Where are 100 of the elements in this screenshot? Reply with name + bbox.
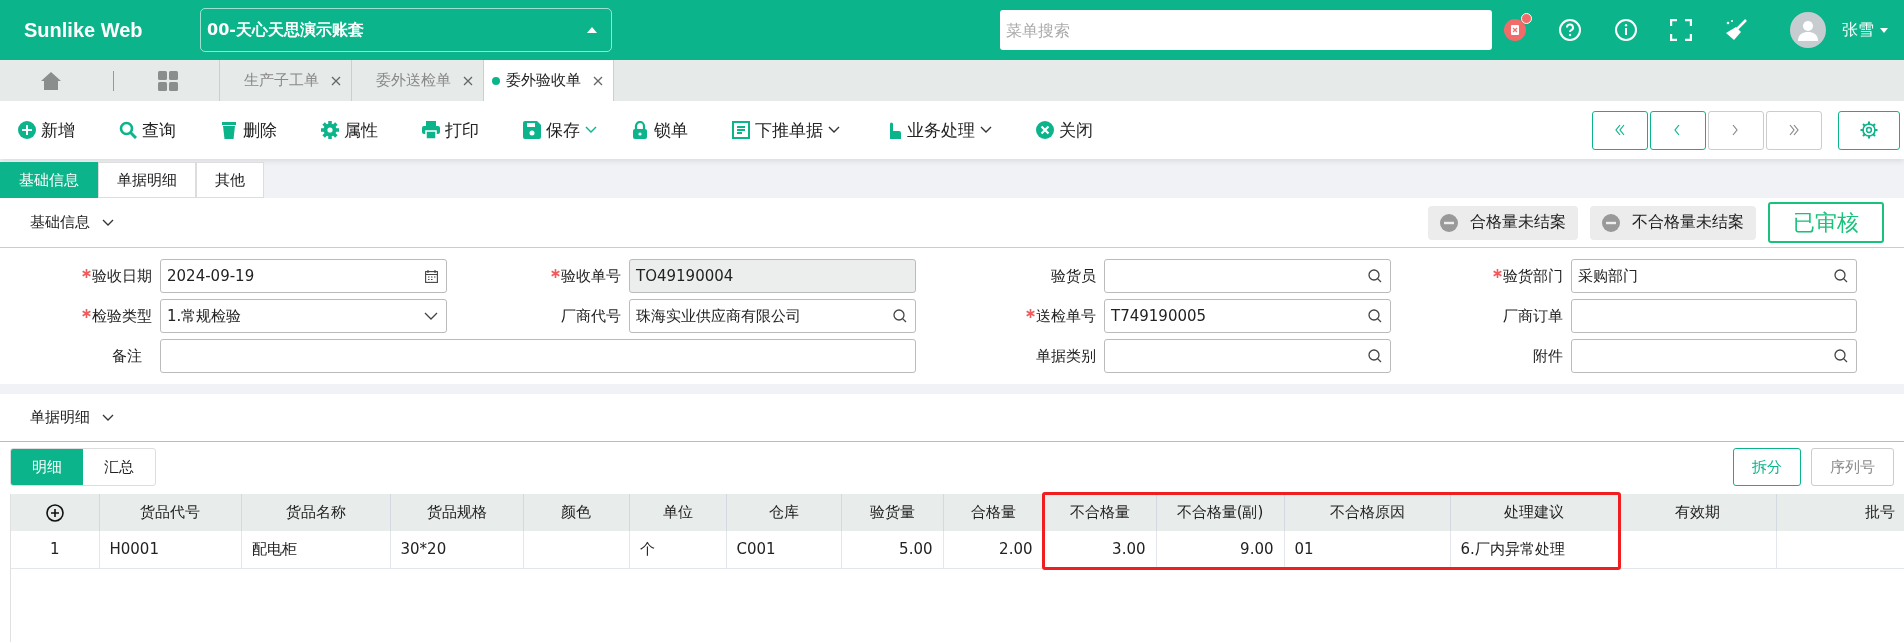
toolbar-button[interactable]: 删除 xyxy=(220,118,277,142)
toolbar-button[interactable]: 保存 xyxy=(523,118,597,142)
lookup-field[interactable]: 采购部门 xyxy=(1571,259,1857,293)
help-icon[interactable] xyxy=(1558,18,1582,42)
field-label: 验货员 xyxy=(1051,266,1096,286)
table-cell: 3.00 xyxy=(1043,531,1156,568)
trash-icon xyxy=(220,121,238,139)
lookup-field[interactable]: 珠海实业供应商有限公司 xyxy=(629,299,916,333)
form-tab[interactable]: 单据明细 xyxy=(98,162,196,198)
close-icon[interactable] xyxy=(463,75,473,86)
detail-tab[interactable]: 汇总 xyxy=(83,449,155,485)
action-button[interactable]: 序列号 xyxy=(1811,448,1894,486)
document-icon xyxy=(732,121,750,139)
toolbar-button[interactable]: 业务处理 xyxy=(884,118,992,142)
active-dot xyxy=(492,76,500,85)
column-header: 验货量 xyxy=(841,494,943,531)
calendar-icon[interactable] xyxy=(425,269,438,283)
page-tab-label[interactable]: 委外验收单 xyxy=(506,71,581,90)
status-label: 合格量未结案 xyxy=(1470,212,1566,233)
search-icon[interactable] xyxy=(1368,309,1382,323)
pager-button[interactable] xyxy=(1708,110,1764,150)
search-field[interactable]: 菜单搜索 xyxy=(1000,10,1492,50)
chevron-down-icon[interactable] xyxy=(102,218,114,227)
section-title[interactable]: 基础信息 xyxy=(30,213,90,232)
last-page-icon xyxy=(1787,124,1801,136)
chevron-down-icon xyxy=(424,312,438,320)
clipboard-icon[interactable] xyxy=(1504,19,1526,41)
search-icon[interactable] xyxy=(893,309,907,323)
lock-icon xyxy=(631,121,649,139)
table-cell: 9.00 xyxy=(1156,531,1284,568)
input-field[interactable] xyxy=(1571,299,1857,333)
plus-circle-icon xyxy=(18,121,36,139)
settings-icon xyxy=(1860,121,1878,139)
add-circle-icon[interactable] xyxy=(45,503,64,522)
table-cell: 配电柜 xyxy=(241,531,390,568)
table-cell: 6.厂内异常处理 xyxy=(1450,531,1618,568)
form-tab[interactable]: 其他 xyxy=(196,162,264,198)
column-header: 不合格量(副) xyxy=(1156,494,1284,531)
pager-button[interactable] xyxy=(1592,110,1648,150)
field-label: 厂商订单 xyxy=(1503,306,1563,326)
toolbar-button[interactable]: 属性 xyxy=(321,118,378,142)
field-label: 检验类型 xyxy=(92,306,152,326)
lookup-field[interactable] xyxy=(1571,339,1857,373)
column-header: 合格量 xyxy=(943,494,1043,531)
approved-stamp: 已审核 xyxy=(1768,202,1884,243)
caret-up-icon xyxy=(587,27,597,33)
minus-circle-icon xyxy=(1602,213,1620,232)
settings-button[interactable] xyxy=(1838,110,1900,150)
column-header: 批号 xyxy=(1776,494,1904,531)
section-title[interactable]: 单据明细 xyxy=(30,408,90,427)
field-label: 验货部门 xyxy=(1503,266,1563,286)
input-field[interactable] xyxy=(160,339,916,373)
toolbar-button[interactable]: 关闭 xyxy=(1036,118,1093,142)
status-label: 不合格量未结案 xyxy=(1632,212,1744,233)
field-label: 验收单号 xyxy=(561,266,621,286)
lookup-field[interactable] xyxy=(1104,259,1391,293)
app-logo: Sunlike Web xyxy=(24,18,144,42)
search-icon[interactable] xyxy=(1834,269,1848,283)
toolbar-button[interactable]: 打印 xyxy=(422,118,479,142)
broom-icon[interactable] xyxy=(1724,19,1748,41)
toolbar-button[interactable]: 新增 xyxy=(18,118,75,142)
avatar[interactable] xyxy=(1790,12,1826,48)
page-tab[interactable]: 委外验收单 xyxy=(483,60,614,101)
info-icon[interactable] xyxy=(1614,18,1638,42)
table-cell: 5.00 xyxy=(841,531,943,568)
close-icon[interactable] xyxy=(331,75,341,86)
toolbar-button[interactable]: 锁单 xyxy=(631,118,688,142)
caret-down-icon xyxy=(1880,27,1888,33)
minus-circle-icon xyxy=(1440,213,1458,232)
lookup-field[interactable]: T749190005 xyxy=(1104,299,1391,333)
table-cell: 个 xyxy=(629,531,726,568)
search-icon[interactable] xyxy=(1368,269,1382,283)
toolbar-button[interactable]: 下推单据 xyxy=(732,118,840,142)
search-icon xyxy=(119,121,137,139)
column-header: 颜色 xyxy=(523,494,629,531)
pager-button[interactable] xyxy=(1650,110,1706,150)
first-page-icon xyxy=(1613,124,1627,136)
user-silhouette-icon xyxy=(1797,19,1819,41)
chevron-down-icon[interactable] xyxy=(102,413,114,422)
home-icon[interactable] xyxy=(41,71,61,90)
table-cell: 2.00 xyxy=(943,531,1043,568)
column-header: 单位 xyxy=(629,494,726,531)
column-header: 不合格原因 xyxy=(1284,494,1450,531)
column-header: 有效期 xyxy=(1618,494,1776,531)
column-header: 处理建议 xyxy=(1450,494,1618,531)
fullscreen-icon[interactable] xyxy=(1670,19,1692,41)
dropdown[interactable]: 1.常规检验 xyxy=(160,299,447,333)
table-cell: H0001 xyxy=(99,531,241,568)
grid-icon[interactable] xyxy=(158,70,178,91)
search-icon[interactable] xyxy=(1368,349,1382,363)
toolbar-button[interactable]: 查询 xyxy=(119,118,176,142)
row-number: 1 xyxy=(11,531,99,568)
close-icon[interactable] xyxy=(593,75,603,86)
search-icon[interactable] xyxy=(1834,349,1848,363)
field-label: 送检单号 xyxy=(1036,306,1096,326)
date-field[interactable]: 2024-09-19 xyxy=(160,259,447,293)
pager-button[interactable] xyxy=(1766,110,1822,150)
lookup-field[interactable] xyxy=(1104,339,1391,373)
readonly-field: TO49190004 xyxy=(629,259,916,293)
column-header: 不合格量 xyxy=(1043,494,1156,531)
